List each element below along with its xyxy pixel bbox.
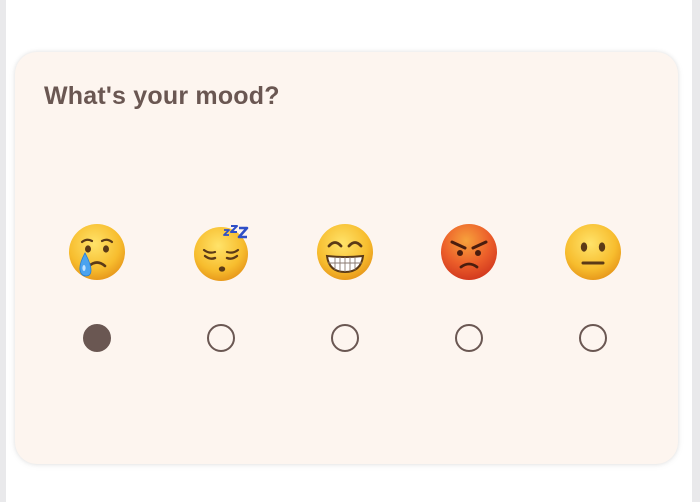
screen: What's your mood? [0, 0, 700, 502]
crying-face-icon [69, 224, 125, 280]
grinning-face-icon [317, 224, 373, 280]
mood-radio-angry[interactable] [455, 324, 483, 352]
mood-radio-neutral[interactable] [579, 324, 607, 352]
neutral-face-icon [565, 224, 621, 280]
mood-option-sad[interactable] [52, 222, 142, 362]
angry-face-icon [441, 224, 497, 280]
left-edge [0, 0, 6, 502]
mood-option-neutral[interactable] [548, 222, 638, 362]
mood-card: What's your mood? [15, 52, 678, 464]
mood-option-happy[interactable] [300, 222, 390, 362]
mood-option-sleepy[interactable] [176, 222, 266, 362]
mood-radio-happy[interactable] [331, 324, 359, 352]
mood-radio-sad[interactable] [83, 324, 111, 352]
mood-option-angry[interactable] [424, 222, 514, 362]
mood-radio-sleepy[interactable] [207, 324, 235, 352]
mood-question: What's your mood? [44, 82, 280, 110]
sleeping-face-icon [194, 225, 249, 281]
right-edge [692, 0, 700, 502]
